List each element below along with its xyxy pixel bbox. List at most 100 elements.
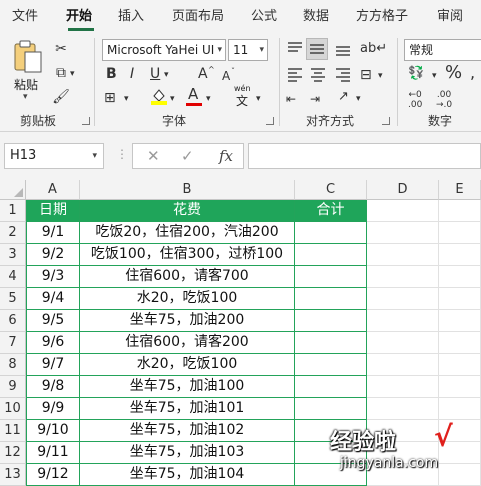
column-header-a[interactable]: A [26,180,80,200]
table-cell[interactable] [295,376,367,398]
fill-color-icon[interactable] [150,87,168,105]
table-cell[interactable]: 9/8 [26,376,80,398]
underline-dropdown-icon[interactable]: ▾ [164,66,169,84]
column-header-c[interactable]: C [295,180,367,200]
empty-cell[interactable] [367,354,439,376]
table-cell[interactable]: 9/2 [26,244,80,266]
column-header-e[interactable]: E [439,180,481,200]
row-header[interactable]: 4 [0,266,26,288]
decrease-decimal-icon[interactable]: .00 →.0 [436,90,452,110]
align-top-icon[interactable] [286,40,304,58]
table-cell[interactable]: 住宿600，请客200 [80,332,295,354]
align-center-icon[interactable] [309,66,327,84]
wrap-text-icon[interactable]: ab↵ [360,40,387,58]
table-cell[interactable]: 吃饭20，住宿200，汽油200 [80,222,295,244]
table-cell[interactable]: 坐车75，加油101 [80,398,295,420]
empty-cell[interactable] [439,354,481,376]
empty-cell[interactable] [367,310,439,332]
table-cell[interactable]: 坐车75，加油100 [80,376,295,398]
phonetic-dropdown-icon[interactable]: ▾ [256,90,261,108]
table-cell[interactable] [295,354,367,376]
currency-icon[interactable]: 💱 [408,65,424,83]
row-header[interactable]: 7 [0,332,26,354]
format-painter-icon[interactable]: 🖌 [52,88,70,106]
row-header[interactable]: 13 [0,464,26,486]
empty-cell[interactable] [367,266,439,288]
empty-cell[interactable] [439,464,481,486]
table-cell[interactable] [295,244,367,266]
paste-button[interactable]: 粘贴 ▾ [10,40,46,104]
empty-cell[interactable] [367,244,439,266]
table-cell[interactable] [295,266,367,288]
font-name-dropdown[interactable]: Microsoft YaHei UI ▾ [102,39,226,61]
table-cell[interactable]: 9/4 [26,288,80,310]
fill-color-dropdown-icon[interactable]: ▾ [170,90,175,108]
table-cell[interactable]: 9/3 [26,266,80,288]
table-cell[interactable]: 坐车75，加油104 [80,464,295,486]
empty-cell[interactable] [367,332,439,354]
italic-button[interactable]: I [130,65,134,83]
table-cell[interactable]: 9/5 [26,310,80,332]
percent-button[interactable]: % [445,64,462,82]
row-header[interactable]: 2 [0,222,26,244]
empty-cell[interactable] [367,288,439,310]
empty-cell[interactable] [367,398,439,420]
increase-indent-icon[interactable]: ⇥ [310,90,320,108]
empty-cell[interactable] [367,222,439,244]
bold-button[interactable]: B [106,65,117,83]
align-middle-button[interactable] [306,38,328,60]
table-cell[interactable]: 坐车75，加油200 [80,310,295,332]
row-header[interactable]: 10 [0,398,26,420]
table-cell[interactable]: 坐车75，加油102 [80,420,295,442]
tab-page-layout[interactable]: 页面布局 [172,0,224,34]
tab-insert[interactable]: 插入 [118,0,144,34]
tab-fangfang[interactable]: 方方格子 [356,0,408,34]
table-cell[interactable] [295,398,367,420]
copy-icon[interactable]: ⧉ [52,64,70,82]
orientation-dropdown-icon[interactable]: ▾ [356,90,361,108]
empty-cell[interactable] [439,244,481,266]
align-left-icon[interactable] [286,66,304,84]
grow-font-button[interactable]: A [198,65,208,83]
empty-cell[interactable] [367,200,439,222]
confirm-icon[interactable]: ✓ [181,147,194,165]
empty-cell[interactable] [439,266,481,288]
table-cell[interactable]: 9/6 [26,332,80,354]
table-cell[interactable]: 住宿600，请客700 [80,266,295,288]
comma-style-icon[interactable]: , [470,64,475,82]
drag-handle-icon[interactable]: ⋮ [116,147,128,161]
table-header-cell[interactable]: 合计 [295,200,367,222]
orientation-icon[interactable]: ↗ [338,88,349,106]
font-color-icon[interactable]: A [188,85,198,103]
empty-cell[interactable] [367,376,439,398]
font-size-dropdown[interactable]: 11 ▾ [228,39,268,61]
table-cell[interactable] [295,288,367,310]
tab-data[interactable]: 数据 [303,0,329,34]
table-cell[interactable] [295,222,367,244]
select-all-button[interactable] [0,180,26,200]
number-format-dropdown[interactable]: 常规 [404,39,481,61]
row-header[interactable]: 9 [0,376,26,398]
row-header[interactable]: 3 [0,244,26,266]
empty-cell[interactable] [439,222,481,244]
table-cell[interactable] [295,310,367,332]
table-cell[interactable]: 吃饭100，住宿300，过桥100 [80,244,295,266]
clipboard-launcher-icon[interactable] [82,117,90,125]
table-cell[interactable]: 9/7 [26,354,80,376]
name-box[interactable]: H13 ▾ [4,143,104,169]
tab-formulas[interactable]: 公式 [251,0,277,34]
empty-cell[interactable] [439,332,481,354]
row-header[interactable]: 12 [0,442,26,464]
table-cell[interactable] [295,332,367,354]
empty-cell[interactable] [439,398,481,420]
borders-dropdown-icon[interactable]: ▾ [124,90,129,108]
insert-function-icon[interactable]: fx [219,147,233,165]
empty-cell[interactable] [439,376,481,398]
tab-file[interactable]: 文件 [12,0,38,34]
formula-input[interactable] [248,143,481,169]
font-launcher-icon[interactable] [266,117,274,125]
empty-cell[interactable] [439,288,481,310]
cut-icon[interactable]: ✂ [52,40,70,58]
increase-decimal-icon[interactable]: ←0.00 [408,90,422,110]
row-header[interactable]: 11 [0,420,26,442]
